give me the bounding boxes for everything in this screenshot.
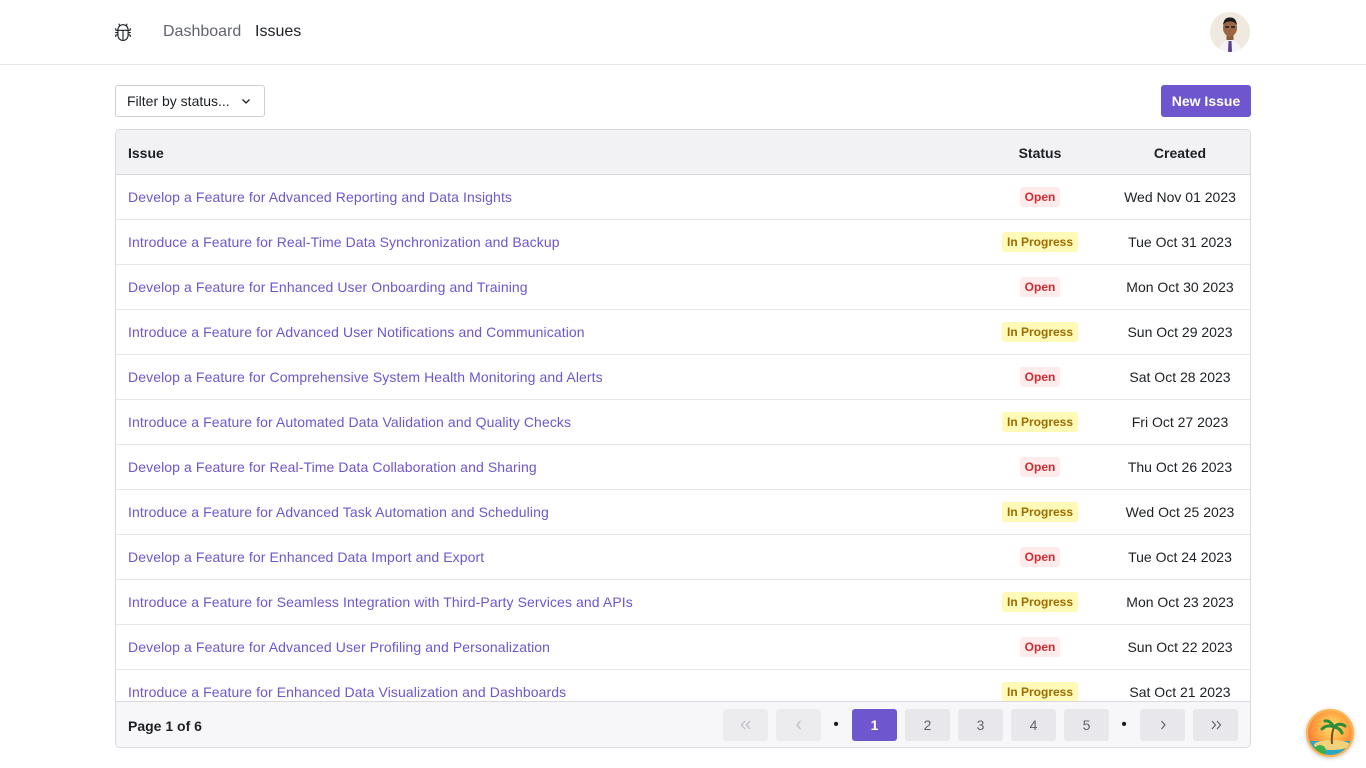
user-avatar[interactable]	[1210, 12, 1250, 52]
issue-title-link[interactable]: Introduce a Feature for Automated Data V…	[128, 414, 571, 430]
prev-page-button[interactable]	[776, 709, 821, 741]
status-badge: In Progress	[1001, 502, 1079, 522]
status-cell: In Progress	[990, 412, 1090, 432]
table-row: Develop a Feature for Comprehensive Syst…	[116, 355, 1250, 400]
pagination-bar: Page 1 of 6 • 1 2 3 4 5 •	[116, 701, 1250, 747]
double-chevron-right-icon	[1211, 720, 1221, 730]
created-date: Wed Nov 01 2023	[1124, 189, 1236, 205]
table-row: Introduce a Feature for Enhanced Data Vi…	[116, 670, 1250, 701]
status-badge: Open	[1019, 637, 1061, 657]
table-row: Develop a Feature for Advanced Reporting…	[116, 175, 1250, 220]
status-badge: In Progress	[1001, 592, 1079, 612]
status-badge: In Progress	[1001, 412, 1079, 432]
issue-title-link[interactable]: Introduce a Feature for Enhanced Data Vi…	[128, 684, 566, 700]
status-cell: In Progress	[990, 682, 1090, 701]
table-header: Issue Status Created	[116, 130, 1250, 175]
issue-title-link[interactable]: Develop a Feature for Advanced Reporting…	[128, 189, 512, 205]
pagination-ellipsis: •	[1121, 716, 1127, 733]
issue-title-link[interactable]: Develop a Feature for Enhanced Data Impo…	[128, 549, 484, 565]
created-date: Sat Oct 21 2023	[1129, 684, 1231, 700]
created-date: Mon Oct 23 2023	[1126, 594, 1234, 610]
created-date: Sat Oct 28 2023	[1129, 369, 1231, 385]
issue-title-link[interactable]: Develop a Feature for Enhanced User Onbo…	[128, 279, 528, 295]
issue-title-link[interactable]: Introduce a Feature for Advanced User No…	[128, 324, 585, 340]
created-date: Mon Oct 30 2023	[1126, 279, 1234, 295]
issue-title-link[interactable]: Introduce a Feature for Real-Time Data S…	[128, 234, 560, 250]
status-filter-select[interactable]: Filter by status...	[115, 85, 265, 117]
created-date: Tue Oct 24 2023	[1128, 549, 1232, 565]
page-info: Page 1 of 6	[128, 718, 202, 734]
table-row: Develop a Feature for Advanced User Prof…	[116, 625, 1250, 670]
table-row: Introduce a Feature for Real-Time Data S…	[116, 220, 1250, 265]
floating-avatar-button[interactable]	[1306, 709, 1354, 757]
status-badge: Open	[1019, 277, 1061, 297]
bug-icon[interactable]	[114, 23, 132, 41]
status-cell: Open	[990, 367, 1090, 387]
issue-title-link[interactable]: Develop a Feature for Comprehensive Syst…	[128, 369, 603, 385]
page-button-3[interactable]: 3	[958, 709, 1003, 741]
status-badge: Open	[1019, 457, 1061, 477]
status-cell: Open	[990, 637, 1090, 657]
page-button-4[interactable]: 4	[1011, 709, 1056, 741]
table-body: Develop a Feature for Advanced Reporting…	[116, 175, 1250, 701]
pagination-ellipsis: •	[833, 716, 839, 733]
top-navbar: Dashboard Issues	[0, 0, 1366, 65]
page-button-5[interactable]: 5	[1064, 709, 1109, 741]
created-date: Fri Oct 27 2023	[1131, 414, 1229, 430]
table-row: Introduce a Feature for Advanced Task Au…	[116, 490, 1250, 535]
status-cell: In Progress	[990, 502, 1090, 522]
created-date: Wed Oct 25 2023	[1125, 504, 1235, 520]
table-row: Develop a Feature for Real-Time Data Col…	[116, 445, 1250, 490]
chevron-right-icon	[1160, 720, 1166, 730]
issues-table: Issue Status Created Develop a Feature f…	[115, 129, 1251, 748]
created-date: Sun Oct 22 2023	[1127, 639, 1233, 655]
beach-island-icon	[1308, 711, 1352, 755]
next-page-button[interactable]	[1140, 709, 1185, 741]
created-date: Tue Oct 31 2023	[1128, 234, 1232, 250]
issue-title-link[interactable]: Introduce a Feature for Seamless Integra…	[128, 594, 633, 610]
status-cell: Open	[990, 277, 1090, 297]
status-badge: Open	[1019, 367, 1061, 387]
column-header-status[interactable]: Status	[990, 145, 1090, 161]
table-row: Introduce a Feature for Automated Data V…	[116, 400, 1250, 445]
status-cell: In Progress	[990, 592, 1090, 612]
chevron-down-icon	[242, 99, 250, 104]
table-row: Introduce a Feature for Advanced User No…	[116, 310, 1250, 355]
nav-link-dashboard[interactable]: Dashboard	[163, 22, 241, 42]
column-header-issue[interactable]: Issue	[128, 145, 164, 161]
page-button-1[interactable]: 1	[852, 709, 897, 741]
issue-title-link[interactable]: Develop a Feature for Real-Time Data Col…	[128, 459, 537, 475]
table-row: Develop a Feature for Enhanced User Onbo…	[116, 265, 1250, 310]
status-cell: Open	[990, 187, 1090, 207]
chevron-left-icon	[795, 720, 801, 730]
status-cell: Open	[990, 457, 1090, 477]
table-row: Develop a Feature for Enhanced Data Impo…	[116, 535, 1250, 580]
nav-link-issues[interactable]: Issues	[255, 22, 301, 42]
created-date: Sun Oct 29 2023	[1127, 324, 1233, 340]
status-cell: Open	[990, 547, 1090, 567]
status-badge: In Progress	[1001, 232, 1079, 252]
column-header-created[interactable]: Created	[1120, 145, 1240, 161]
issue-title-link[interactable]: Introduce a Feature for Advanced Task Au…	[128, 504, 549, 520]
status-badge: Open	[1019, 547, 1061, 567]
status-badge: In Progress	[1001, 682, 1079, 701]
created-date: Thu Oct 26 2023	[1127, 459, 1233, 475]
status-filter-placeholder: Filter by status...	[127, 93, 230, 109]
status-badge: In Progress	[1001, 322, 1079, 342]
new-issue-button[interactable]: New Issue	[1161, 85, 1251, 117]
issue-title-link[interactable]: Develop a Feature for Advanced User Prof…	[128, 639, 550, 655]
table-row: Introduce a Feature for Seamless Integra…	[116, 580, 1250, 625]
first-page-button[interactable]	[723, 709, 768, 741]
status-cell: In Progress	[990, 232, 1090, 252]
status-cell: In Progress	[990, 322, 1090, 342]
double-chevron-left-icon	[740, 720, 750, 730]
last-page-button[interactable]	[1193, 709, 1238, 741]
page-button-2[interactable]: 2	[905, 709, 950, 741]
status-badge: Open	[1019, 187, 1061, 207]
